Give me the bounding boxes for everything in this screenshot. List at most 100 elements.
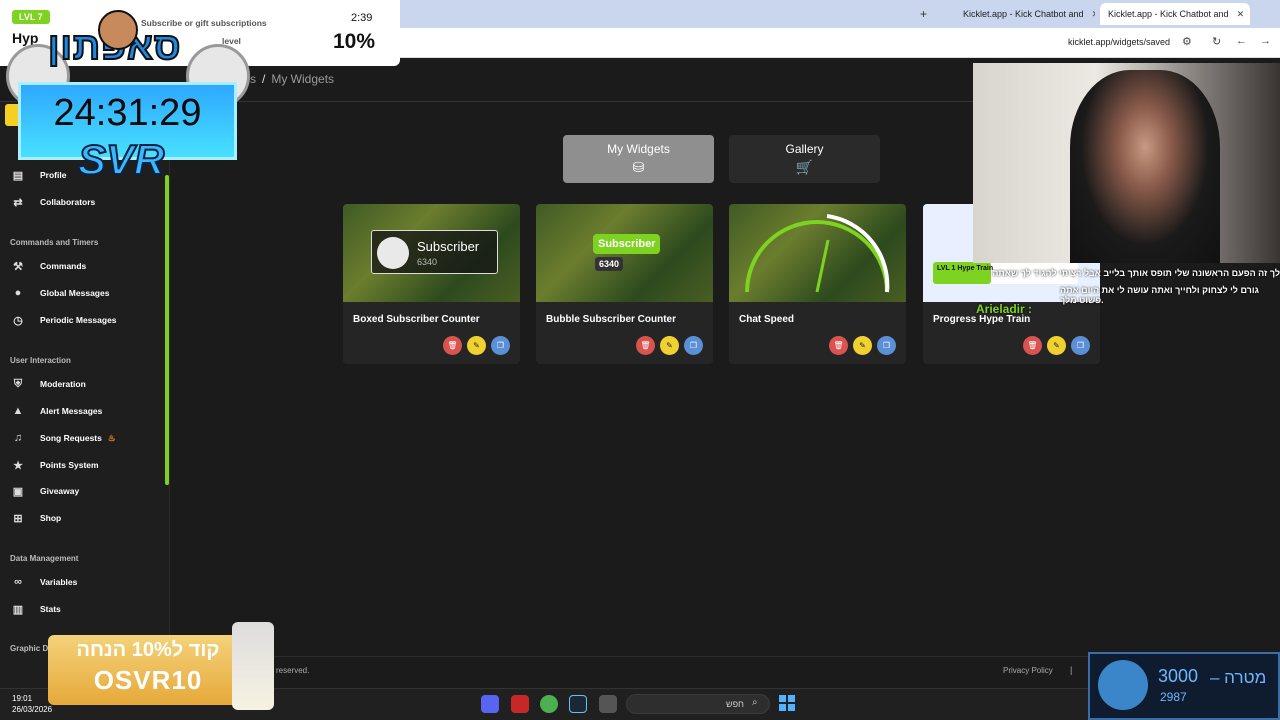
app-icon[interactable] (511, 695, 529, 713)
sidebar-section-user-interaction: User Interaction (10, 356, 71, 365)
sidebar-item-label: Variables (40, 577, 78, 587)
widget-name: Bubble Subscriber Counter (546, 314, 677, 325)
new-tab-icon[interactable]: + (920, 7, 927, 21)
reload-icon[interactable]: ↻ (1212, 35, 1221, 48)
tab-title: Kicklet.app - Kick Chatbot and (963, 9, 1084, 19)
close-icon[interactable]: ✕ (1237, 9, 1245, 20)
boxed-subscriber-preview: Subscriber 6340 (371, 230, 498, 274)
preview-value: 6340 (595, 257, 624, 271)
browser-tab-active[interactable]: Kicklet.app - Kick Chatbot and ✕ (1100, 3, 1250, 25)
sidebar-item-moderation[interactable]: ⛨ Moderation (10, 377, 86, 391)
chat-message-continued: גורם לי לצחוק ולחייך ואתה עושה לי את היו… (1060, 285, 1259, 305)
sidebar-item-label: Collaborators (40, 197, 96, 207)
sidebar-item-commands[interactable]: ⚒ Commands (10, 259, 86, 273)
search-icon: ⌕ (752, 697, 758, 708)
url-text[interactable]: kicklet.app/widgets/saved (1068, 37, 1170, 47)
sidebar-item-alert-messages[interactable]: ▲ Alert Messages (10, 404, 103, 418)
sidebar-scrollbar[interactable] (165, 175, 169, 485)
perfume-bottle-image (232, 622, 274, 710)
sidebar: ▤ Profile ⇄ Collaborators Commands and Tim… (0, 102, 170, 688)
sidebar-item-profile[interactable]: ▤ Profile (10, 168, 67, 182)
edit-button[interactable]: ✎ (660, 336, 679, 355)
chrome-icon[interactable] (540, 695, 558, 713)
system-clock[interactable]: 19:01 26/03/2026 (12, 693, 52, 715)
sidebar-item-points-system[interactable]: ★ Points System (10, 458, 99, 472)
sidebar-item-global-messages[interactable]: ● Global Messages (10, 286, 110, 300)
stream-timer: 24:31:29 (53, 92, 202, 134)
copy-button[interactable]: ❐ (1071, 336, 1090, 355)
preview-title: Subscriber (417, 239, 480, 254)
sidebar-item-variables[interactable]: ∞ Variables (10, 575, 77, 589)
sidebar-item-label: Periodic Messages (40, 315, 117, 325)
edit-button[interactable]: ✎ (467, 336, 486, 355)
sidebar-item-giveaway[interactable]: ▣ Giveaway (10, 484, 79, 498)
widget-card[interactable]: Chat Speed 🗑 ✎ ❐ (729, 204, 906, 364)
close-icon[interactable]: ✕ (1092, 9, 1095, 20)
hype-percent: 10% (333, 30, 376, 53)
forward-icon[interactable]: → (1260, 35, 1271, 47)
hammer-icon: ⚒ (13, 260, 23, 273)
sidebar-item-stats[interactable]: ▥ Stats (10, 602, 61, 616)
goal-label: מטרה – (1210, 668, 1267, 687)
widget-card[interactable]: Subscriber 6340 Bubble Subscriber Counte… (536, 204, 713, 364)
tab-my-widgets[interactable]: My Widgets ⛁ (563, 135, 714, 183)
taskbar-search[interactable] (626, 694, 770, 714)
copy-button[interactable]: ❐ (684, 336, 703, 355)
widget-name: Chat Speed (739, 314, 795, 325)
sidebar-item-label: Alert Messages (40, 406, 103, 416)
database-icon: ⛁ (632, 159, 645, 175)
delete-button[interactable]: 🗑 (1023, 336, 1042, 355)
site-settings-icon[interactable]: ⚙ (1182, 35, 1192, 48)
delete-button[interactable]: 🗑 (443, 336, 462, 355)
sidebar-item-label: Commands (40, 261, 87, 271)
delete-button[interactable]: 🗑 (636, 336, 655, 355)
steam-icon[interactable] (569, 695, 587, 713)
link-icon: ∞ (14, 576, 22, 588)
tab-gallery[interactable]: Gallery 🛒 (729, 135, 880, 183)
sidebar-item-label: Shop (40, 513, 62, 523)
sidebar-item-periodic-messages[interactable]: ◷ Periodic Messages (10, 313, 117, 327)
clock-icon: ◷ (13, 314, 23, 327)
avatar (377, 237, 409, 269)
yellow-tab (5, 104, 19, 126)
clock-date: 26/03/2026 (12, 705, 53, 714)
mascot-avatar (98, 10, 138, 50)
clock-time: 19:01 (12, 694, 33, 703)
edit-button[interactable]: ✎ (1047, 336, 1066, 355)
sidebar-item-label: Global Messages (40, 288, 110, 298)
back-icon[interactable]: ← (1236, 35, 1247, 47)
cart-icon: ⊞ (13, 512, 23, 525)
widget-name: Boxed Subscriber Counter (353, 314, 480, 325)
copy-button[interactable]: ❐ (491, 336, 510, 355)
sidebar-item-label: Moderation (40, 379, 86, 389)
task-view-icon[interactable] (599, 695, 617, 713)
sidebar-item-song-requests[interactable]: ♫ Song Requests ♨ (10, 431, 116, 445)
shield-icon: ⛨ (13, 377, 23, 390)
profile-icon: ▤ (12, 169, 24, 182)
widget-preview: Subscriber 6340 (536, 204, 713, 302)
warning-icon: ▲ (12, 405, 24, 417)
discord-icon[interactable] (481, 695, 499, 713)
windows-start-icon[interactable] (779, 695, 795, 711)
fire-icon: ♨ (107, 432, 116, 443)
promo-code: OSVR10 (93, 665, 203, 695)
sidebar-item-shop[interactable]: ⊞ Shop (10, 511, 61, 525)
bar-chart-icon: ▥ (12, 603, 24, 616)
tab-title: Kicklet.app - Kick Chatbot and (1108, 9, 1229, 19)
widget-preview (729, 204, 906, 302)
breadcrumb-current: My Widgets (271, 72, 335, 86)
sidebar-item-collaborators[interactable]: ⇄ Collaborators (10, 195, 95, 209)
widget-card[interactable]: Subscriber 6340 Boxed Subscriber Counter… (343, 204, 520, 364)
browser-tab[interactable]: Kicklet.app - Kick Chatbot and ✕ (955, 3, 1095, 25)
preview-title: Subscriber (593, 234, 661, 254)
copy-button[interactable]: ❐ (877, 336, 896, 355)
breadcrumb-parent[interactable]: s (250, 72, 256, 86)
sidebar-item-label: Stats (40, 604, 61, 614)
music-note-icon: ♫ (13, 432, 23, 444)
level-badge: LVL 7 (12, 10, 50, 24)
edit-button[interactable]: ✎ (853, 336, 872, 355)
delete-button[interactable]: 🗑 (829, 336, 848, 355)
privacy-policy-link[interactable]: Privacy Policy (1003, 666, 1053, 675)
sidebar-section-graphic: Graphic D (10, 644, 49, 653)
widget-preview: Subscriber 6340 (343, 204, 520, 302)
